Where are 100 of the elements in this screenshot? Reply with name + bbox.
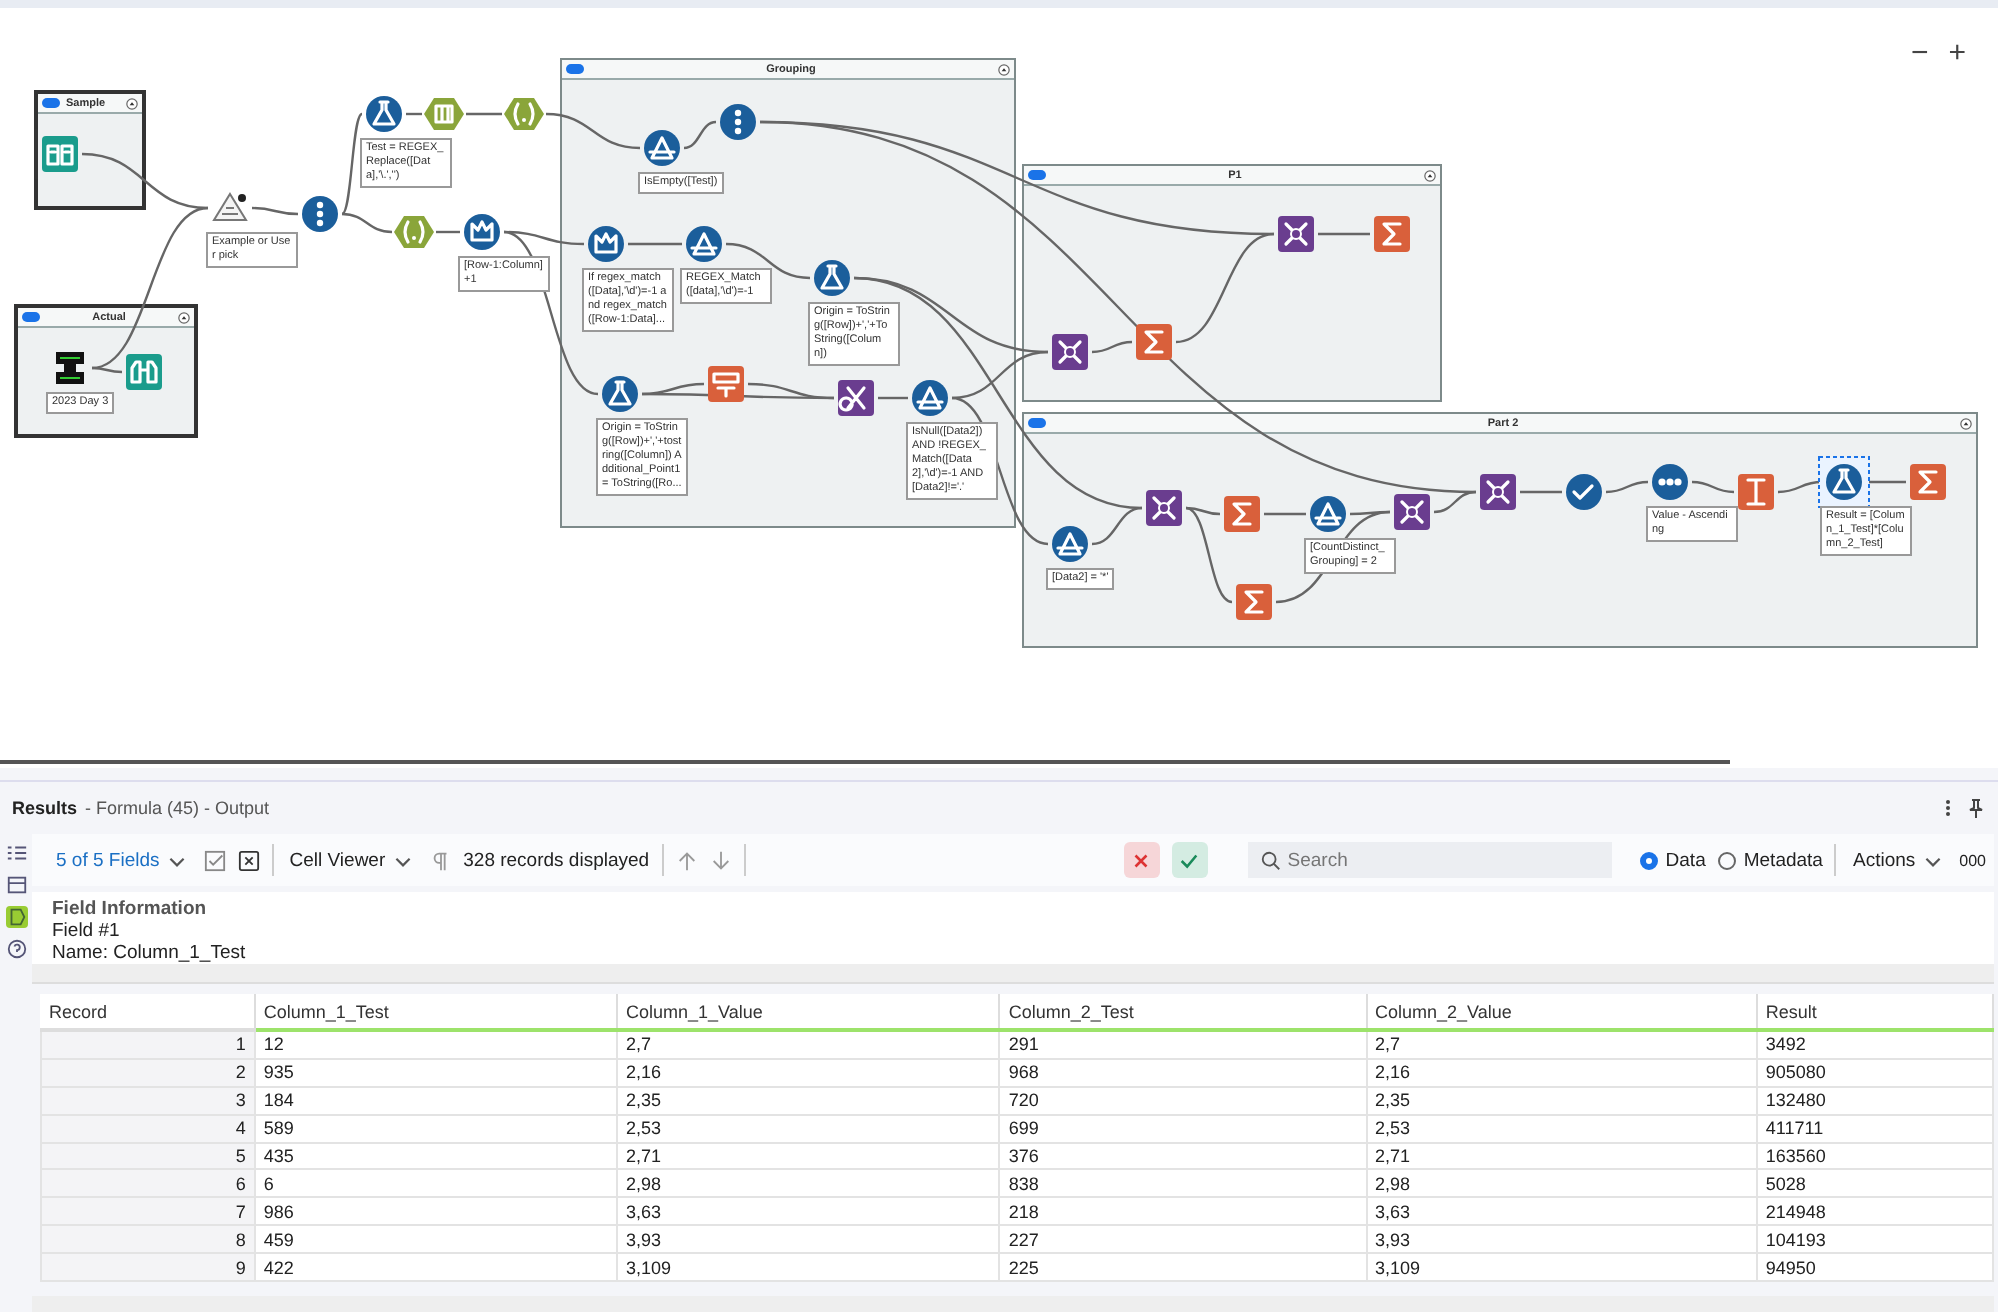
table-cell: 435 [254,1142,617,1170]
cell-viewer-dropdown[interactable]: Cell Viewer [285,845,418,875]
pilcrow-icon[interactable] [429,849,452,871]
horizontal-scrollbar[interactable] [32,964,1994,984]
connector-line [628,242,682,246]
table-icon[interactable] [5,874,27,896]
table-cell: 459 [254,1225,617,1254]
table-cell: 132480 [1756,1086,1993,1115]
table-cell: 968 [999,1058,1367,1087]
table-cell: 411711 [1756,1114,1993,1143]
toggle-switch[interactable] [1028,418,1046,428]
panel-subtitle: - Formula (45) - Output [85,798,272,818]
table-cell: 2,98 [617,1169,1000,1198]
toggle-switch[interactable] [42,98,60,108]
flask-icon[interactable] [1818,456,1870,508]
table-cell: 2,35 [617,1086,1000,1115]
confirm-button[interactable] [1171,842,1208,878]
table-cell: 2,7 [617,1030,1000,1059]
table-cell: 589 [254,1114,617,1143]
collapse-icon[interactable] [1960,417,1972,429]
column-header[interactable]: Column_2_Test [999,994,1367,1030]
table-cell: 3,109 [617,1253,1000,1282]
column-header[interactable]: Column_1_Test [254,994,617,1030]
field-info-heading: Field Information [52,898,209,920]
zoom-out-button[interactable]: − [1906,36,1933,70]
connector-line [1605,480,1649,494]
table-cell: 225 [999,1253,1367,1282]
table-cell: 12 [254,1030,617,1059]
table-cell: 3,109 [1366,1253,1757,1282]
check-icon [1178,849,1201,871]
row-number: 5 [41,1142,255,1170]
table-cell: 3,93 [617,1225,1000,1254]
pin-icon[interactable] [1966,798,1986,818]
connector-line [1866,480,1906,484]
table-cell: 422 [254,1253,617,1282]
table-cell: 2,71 [617,1142,1000,1170]
table-cell: 227 [999,1225,1367,1254]
row-number: 3 [41,1086,255,1115]
toggle-switch[interactable] [22,312,40,322]
arrow-down-icon[interactable] [709,849,732,871]
table-cell: 2,53 [1366,1114,1757,1143]
table-cell: 3,93 [1366,1225,1757,1254]
table-cell: 2,35 [1366,1086,1757,1115]
table-cell: 2,71 [1366,1142,1757,1170]
connector-line [466,112,502,116]
collapse-icon[interactable] [178,311,190,323]
connector-line [251,206,299,216]
connector-line [436,230,460,234]
table-cell: 986 [254,1197,617,1226]
collapse-icon[interactable] [126,97,138,109]
tag-icon[interactable] [5,906,27,928]
record-count: 328 records displayed [463,849,650,871]
more-options[interactable]: 000 [1959,851,1986,869]
connector-line [1777,480,1823,494]
view-radio[interactable]: Metadata [1717,849,1823,871]
table-cell: 699 [999,1114,1367,1143]
search-field[interactable]: Search [1247,842,1612,878]
collapse-icon[interactable] [998,63,1010,75]
row-number: 9 [41,1253,255,1282]
toggle-switch[interactable] [1028,170,1046,180]
row-number: 4 [41,1114,255,1143]
row-number: 1 [41,1030,255,1059]
connector-line [683,120,717,150]
table-cell: 2,7 [1366,1030,1757,1059]
column-header[interactable]: Column_1_Value [617,994,1000,1030]
panel-title: Results [12,798,78,818]
list-icon[interactable] [5,842,27,864]
table-cell: 94950 [1756,1253,1993,1282]
table-cell: 905080 [1756,1058,1993,1087]
help-icon[interactable] [5,938,27,960]
table-cell: 838 [999,1169,1367,1198]
connector-line [406,112,422,116]
arrow-up-icon[interactable] [675,849,698,871]
view-radio[interactable]: Data [1639,849,1706,871]
column-header[interactable]: Result [1756,994,1993,1030]
row-number: 2 [41,1058,255,1087]
table-cell: 163560 [1756,1142,1993,1170]
connector-line [1691,480,1735,494]
table-cell: 3,63 [1366,1197,1757,1226]
actions-dropdown[interactable]: Actions [1848,845,1948,875]
connector-line [545,112,641,150]
table-cell: 214948 [1756,1197,1993,1226]
search-icon [1259,850,1282,872]
table-cell: 2,16 [1366,1058,1757,1087]
checkbox-icon[interactable] [203,849,226,871]
row-number: 7 [41,1197,255,1226]
table-cell: 184 [254,1086,617,1115]
toggle-switch[interactable] [566,64,584,74]
table-cell: 6 [254,1169,617,1198]
zoom-in-button[interactable]: + [1944,36,1970,70]
table-cell: 218 [999,1197,1367,1226]
close-icon[interactable] [237,849,260,871]
collapse-icon[interactable] [1424,169,1436,181]
table-cell: 5028 [1756,1169,1993,1198]
table-cell: 104193 [1756,1225,1993,1254]
cancel-button[interactable] [1123,842,1160,878]
field-info-text: Field #1 [52,920,122,942]
table-cell: 2,53 [617,1114,1000,1143]
fields-dropdown[interactable]: 5 of 5 Fields [52,845,192,875]
column-header[interactable]: Column_2_Value [1366,994,1757,1030]
